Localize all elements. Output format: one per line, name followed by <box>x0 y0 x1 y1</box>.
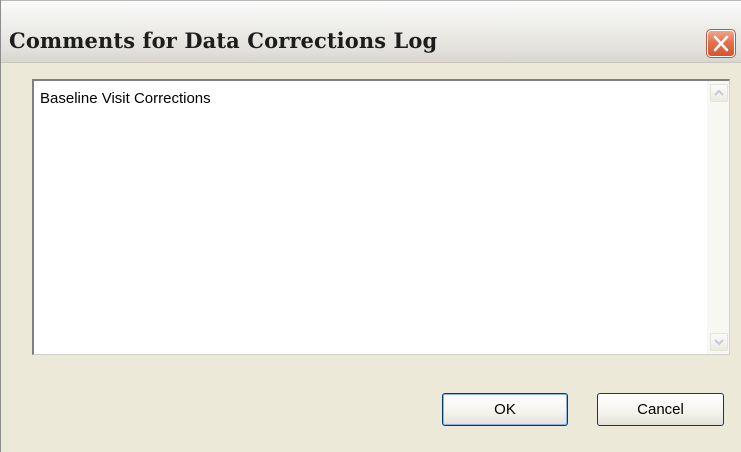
title-bar[interactable]: Comments for Data Corrections Log <box>1 0 741 63</box>
scroll-down-button[interactable] <box>710 333 728 351</box>
chevron-down-icon <box>714 339 724 346</box>
vertical-scrollbar[interactable] <box>707 81 729 354</box>
scroll-up-button[interactable] <box>710 84 728 102</box>
close-button[interactable] <box>706 29 736 58</box>
ok-button[interactable]: OK <box>442 393 568 426</box>
window-title: Comments for Data Corrections Log <box>9 28 438 53</box>
comments-textarea[interactable]: Baseline Visit Corrections <box>32 79 730 355</box>
cancel-button[interactable]: Cancel <box>597 393 724 426</box>
chevron-up-icon <box>714 89 724 96</box>
close-icon <box>713 35 729 52</box>
comments-text: Baseline Visit Corrections <box>40 90 211 107</box>
dialog-window: Comments for Data Corrections Log Baseli… <box>0 0 741 452</box>
